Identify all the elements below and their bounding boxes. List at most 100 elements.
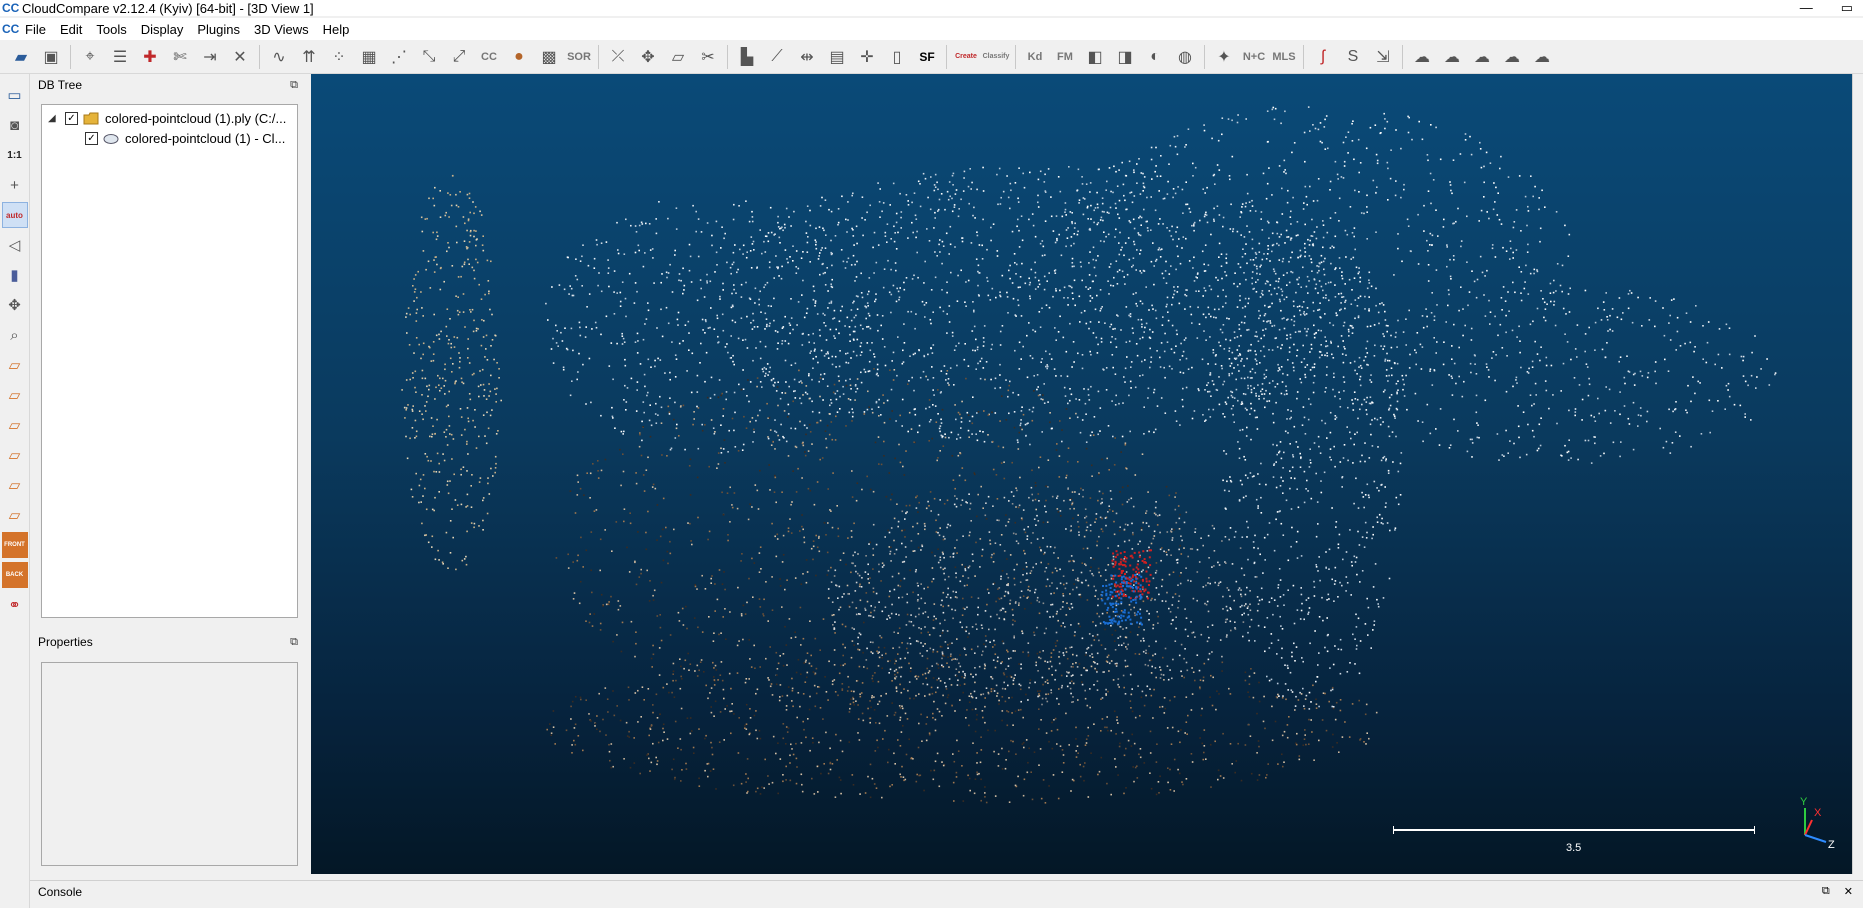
left-view-icon[interactable]: ▱: [2, 412, 28, 438]
translate-icon[interactable]: ⇥: [195, 43, 225, 71]
cloud-point: [1100, 644, 1103, 646]
cloud-point: [985, 639, 988, 642]
add-sf-icon[interactable]: ✛: [852, 43, 882, 71]
visibility-checkbox[interactable]: ✓: [85, 131, 98, 145]
minimize-button[interactable]: —: [1800, 0, 1813, 16]
remove-sf-icon[interactable]: ▯: [882, 43, 912, 71]
sf-calc-icon[interactable]: ▤: [822, 43, 852, 71]
point-picking-icon[interactable]: ⌖: [75, 43, 105, 71]
menu-tools[interactable]: Tools: [89, 22, 133, 37]
pcv-icon[interactable]: ◐: [1140, 43, 1170, 71]
hough-icon[interactable]: ◨: [1110, 43, 1140, 71]
cloud-point: [1654, 370, 1656, 373]
canupo-classify-icon[interactable]: Classify: [981, 43, 1011, 71]
qanimation-icon[interactable]: ⇲: [1368, 43, 1398, 71]
normals-icon[interactable]: ⇈: [294, 43, 324, 71]
scissors-icon[interactable]: ✂: [693, 43, 723, 71]
save-icon[interactable]: ▣: [36, 43, 66, 71]
cloud-point: [1074, 304, 1076, 307]
cloud-point: [1218, 403, 1221, 406]
cloud-mesh-icon[interactable]: ●: [504, 43, 534, 71]
iso-back-icon[interactable]: BACK: [1, 562, 28, 588]
camera-icon[interactable]: ◙: [2, 112, 28, 138]
register-icon[interactable]: ⤢: [444, 43, 474, 71]
3d-view[interactable]: [311, 74, 1852, 874]
back-view-icon[interactable]: ▱: [2, 442, 28, 468]
checkerboard-icon[interactable]: ▩: [534, 43, 564, 71]
sf-icon[interactable]: SF: [912, 43, 942, 71]
shape-detect-icon[interactable]: S: [1338, 43, 1368, 71]
top-view-icon[interactable]: ▱: [2, 352, 28, 378]
sor-icon[interactable]: SOR: [564, 43, 594, 71]
menu-help[interactable]: Help: [316, 22, 357, 37]
cloud-point: [460, 473, 462, 476]
float-icon[interactable]: ⧉: [290, 636, 298, 649]
cc-icon[interactable]: CC: [474, 43, 504, 71]
cloud-point: [1447, 304, 1449, 307]
ransac-icon[interactable]: ʃ: [1308, 43, 1338, 71]
pivot-icon[interactable]: +: [2, 172, 28, 198]
plane-icon[interactable]: ▱: [663, 43, 693, 71]
cloud-point: [1226, 480, 1228, 483]
menu-plugins[interactable]: Plugins: [190, 22, 247, 37]
display-icon[interactable]: ▭: [2, 82, 28, 108]
compass-icon[interactable]: ◧: [1080, 43, 1110, 71]
nc-icon[interactable]: N+C: [1239, 43, 1269, 71]
cloud-point: [720, 632, 722, 634]
cloud-point: [870, 605, 872, 607]
puzzle-icon[interactable]: ✦: [1209, 43, 1239, 71]
subsample-icon[interactable]: ⁘: [324, 43, 354, 71]
visibility-checkbox[interactable]: ✓: [65, 111, 78, 125]
canupo-create-icon[interactable]: Create: [951, 43, 981, 71]
kd-tree-icon[interactable]: Kd: [1020, 43, 1050, 71]
bottom-view-icon[interactable]: ▱: [2, 502, 28, 528]
align-icon[interactable]: ⤡: [414, 43, 444, 71]
view-1-icon[interactable]: ☁: [1407, 43, 1437, 71]
menu-3d-views[interactable]: 3D Views: [247, 22, 316, 37]
restore-button[interactable]: ▭: [1841, 0, 1853, 16]
gradient-icon[interactable]: ⟋: [762, 43, 792, 71]
cross-section-icon[interactable]: ⤫: [603, 43, 633, 71]
segment-icon[interactable]: ✄: [165, 43, 195, 71]
move-view-icon[interactable]: ✥: [2, 292, 28, 318]
histogram-icon[interactable]: ▙: [732, 43, 762, 71]
cloud-point: [429, 346, 431, 349]
mls-icon[interactable]: MLS: [1269, 43, 1299, 71]
menu-file[interactable]: File: [18, 22, 53, 37]
min-max-icon[interactable]: ⇹: [792, 43, 822, 71]
cloud-point: [1065, 476, 1067, 479]
view-5-icon[interactable]: ☁: [1527, 43, 1557, 71]
cloud-point: [1300, 361, 1303, 363]
menu-display[interactable]: Display: [134, 22, 191, 37]
one-to-one-icon[interactable]: 1:1: [2, 142, 28, 168]
sphere-icon[interactable]: ◍: [1170, 43, 1200, 71]
zoom-icon[interactable]: ⌕: [2, 322, 28, 348]
stereo-icon[interactable]: ⚭: [2, 592, 28, 618]
mesh-icon[interactable]: ▦: [354, 43, 384, 71]
object-centered-icon[interactable]: ▮: [2, 262, 28, 288]
right-view-icon[interactable]: ▱: [2, 472, 28, 498]
view-4-icon[interactable]: ☁: [1497, 43, 1527, 71]
perspective-icon[interactable]: ◁: [2, 232, 28, 258]
cloud-point: [942, 310, 945, 313]
view-2-icon[interactable]: ☁: [1437, 43, 1467, 71]
float-icon[interactable]: ⧉: [290, 79, 298, 92]
menu-edit[interactable]: Edit: [53, 22, 89, 37]
auto-pivot-icon[interactable]: auto: [1, 202, 28, 228]
point-list-icon[interactable]: ☰: [105, 43, 135, 71]
facets-icon[interactable]: FM: [1050, 43, 1080, 71]
front-view-icon[interactable]: ▱: [2, 382, 28, 408]
tree-item-cloud[interactable]: ✓ colored-pointcloud (1) - Cl...: [80, 129, 285, 147]
open-icon[interactable]: ▰: [6, 43, 36, 71]
tree-item-file[interactable]: ◢ ✓ colored-pointcloud (1).ply (C:/...: [48, 109, 286, 127]
view-3-icon[interactable]: ☁: [1467, 43, 1497, 71]
distance-icon[interactable]: ⋰: [384, 43, 414, 71]
chevron-down-icon[interactable]: ◢: [48, 113, 60, 124]
iso-front-icon[interactable]: FRONT: [1, 532, 28, 558]
cloud-point: [1266, 617, 1269, 619]
sample-icon[interactable]: ∿: [264, 43, 294, 71]
cloud-point: [1161, 585, 1163, 588]
delete-icon[interactable]: ✕: [225, 43, 255, 71]
point-pair-icon[interactable]: ✚: [135, 43, 165, 71]
move-icon[interactable]: ✥: [633, 43, 663, 71]
